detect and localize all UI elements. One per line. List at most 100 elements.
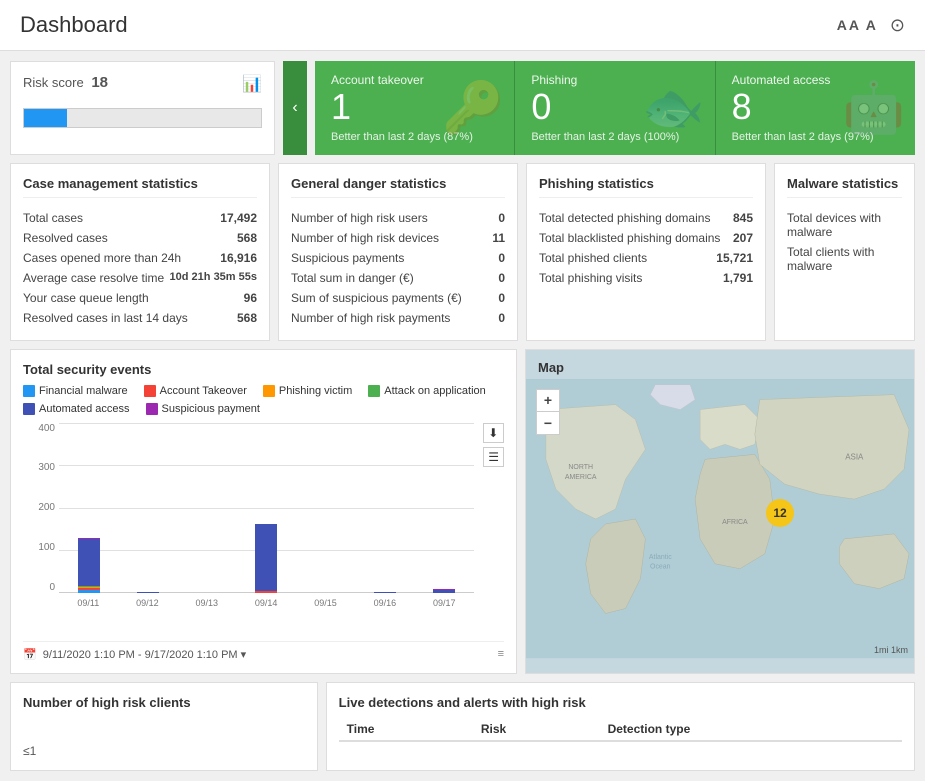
svg-text:ASIA: ASIA — [845, 452, 864, 461]
detections-table-header: Time Risk Detection type — [339, 718, 902, 741]
stat-row: Sum of suspicious payments (€)0 — [291, 288, 505, 308]
calendar-icon: 📅 — [23, 648, 37, 661]
stats-row: Case management statistics Total cases17… — [10, 163, 915, 341]
phishing-stats-rows: Total detected phishing domains845 Total… — [539, 208, 753, 288]
map-title: Map — [526, 350, 914, 379]
risk-score-card: Risk score 18 📊 — [10, 61, 275, 155]
chart-action-icons: ⬇ ☰ — [483, 423, 504, 467]
stat-row: Resolved cases in last 14 days568 — [23, 308, 257, 328]
chart-footer: 📅 9/11/2020 1:10 PM - 9/17/2020 1:10 PM … — [23, 641, 504, 661]
svg-text:NORTH: NORTH — [568, 464, 593, 471]
stat-row: Resolved cases568 — [23, 228, 257, 248]
bar-segment — [255, 524, 277, 591]
zoom-out-button[interactable]: − — [537, 412, 559, 434]
key-icon: 🔑 — [442, 78, 504, 137]
chart-title: Total security events — [23, 362, 504, 377]
fish-icon: 🐟 — [642, 78, 704, 137]
legend-financial: Financial malware — [23, 385, 128, 397]
live-detections-title: Live detections and alerts with high ris… — [339, 695, 902, 710]
bars-area — [59, 423, 474, 593]
x-axis-label: 09/14 — [255, 598, 278, 608]
legend-suspicious: Suspicious payment — [146, 403, 260, 415]
x-axis-label: 09/15 — [314, 598, 337, 608]
svg-text:AFRICA: AFRICA — [722, 519, 748, 526]
chart-date-range[interactable]: 📅 9/11/2020 1:10 PM - 9/17/2020 1:10 PM … — [23, 648, 246, 661]
case-management-card: Case management statistics Total cases17… — [10, 163, 270, 341]
bar-segment — [374, 592, 396, 593]
stat-row: Cases opened more than 24h16,916 — [23, 248, 257, 268]
x-axis-label: 09/13 — [196, 598, 219, 608]
bar-group — [255, 524, 277, 593]
bar-stack — [433, 589, 455, 593]
bar-segment — [78, 590, 100, 593]
stat-row: Total devices with malware — [787, 208, 902, 242]
legend-automated: Automated access — [23, 403, 130, 415]
bar-group — [78, 538, 100, 593]
high-risk-value: ≤1 — [23, 744, 36, 758]
high-risk-mini-chart: ≤1 — [23, 718, 305, 758]
stat-row: Total clients with malware — [787, 242, 902, 276]
table-view-icon[interactable]: ≡ — [498, 648, 504, 660]
list-icon[interactable]: ☰ — [483, 447, 504, 467]
theme-toggle[interactable]: ⊙ — [890, 15, 905, 36]
risk-score-label: Risk score 18 — [23, 74, 108, 91]
x-axis-label: 09/17 — [433, 598, 456, 608]
stat-row: Number of high risk payments0 — [291, 308, 505, 328]
legend-attack: Attack on application — [368, 385, 486, 397]
map-cluster-marker[interactable]: 12 — [766, 499, 794, 527]
account-takeover-color — [144, 385, 156, 397]
general-danger-title: General danger statistics — [291, 176, 505, 198]
stat-row: Total blacklisted phishing domains207 — [539, 228, 753, 248]
bar-segment — [78, 539, 100, 586]
case-mgmt-rows: Total cases17,492 Resolved cases568 Case… — [23, 208, 257, 328]
x-axis-label: 09/12 — [136, 598, 159, 608]
stat-row: Total phishing visits1,791 — [539, 268, 753, 288]
bar-group — [137, 592, 159, 593]
svg-text:AMERICA: AMERICA — [565, 474, 597, 481]
stat-row: Number of high risk devices11 — [291, 228, 505, 248]
chart-legend: Financial malware Account Takeover Phish… — [23, 385, 504, 415]
col-detection-type: Detection type — [600, 718, 902, 741]
risk-bar-container — [23, 108, 262, 128]
chart-area-wrapper: 400 300 200 100 0 — [23, 423, 504, 633]
main-content: Risk score 18 📊 ‹ Account takeover 1 Bet… — [0, 51, 925, 781]
svg-text:Atlantic: Atlantic — [649, 553, 672, 560]
font-size-control[interactable]: AA A — [837, 17, 878, 33]
bar-segment — [137, 592, 159, 593]
bar-group — [374, 592, 396, 593]
x-axis-label: 09/16 — [374, 598, 397, 608]
bar-stack — [78, 538, 100, 593]
bar-group — [433, 589, 455, 593]
suspicious-payment-color — [146, 403, 158, 415]
bar-stack — [137, 592, 159, 593]
prev-card-button[interactable]: ‹ — [283, 61, 307, 155]
header-controls: AA A ⊙ — [837, 15, 905, 36]
phishing-card: Phishing 0 Better than last 2 days (100%… — [515, 61, 715, 155]
zoom-in-button[interactable]: + — [537, 390, 559, 412]
financial-malware-color — [23, 385, 35, 397]
app-header: Dashboard AA A ⊙ — [0, 0, 925, 51]
map-canvas: NORTH AMERICA ASIA AFRICA Atlantic Ocean… — [526, 379, 914, 659]
download-icon[interactable]: ⬇ — [483, 423, 504, 443]
stat-row: Total sum in danger (€)0 — [291, 268, 505, 288]
bar-segment — [433, 590, 455, 593]
map-svg: NORTH AMERICA ASIA AFRICA Atlantic Ocean — [526, 379, 914, 659]
map-zoom-controls: + − — [536, 389, 560, 435]
bar-stack — [374, 592, 396, 593]
page-title: Dashboard — [20, 12, 128, 38]
case-mgmt-title: Case management statistics — [23, 176, 257, 198]
attack-app-color — [368, 385, 380, 397]
x-axis-label: 09/11 — [77, 598, 99, 608]
detections-table: Time Risk Detection type — [339, 718, 902, 742]
map-panel: Map — [525, 349, 915, 674]
phishing-stats-card: Phishing statistics Total detected phish… — [526, 163, 766, 341]
automated-access-card: Automated access 8 Better than last 2 da… — [716, 61, 915, 155]
col-risk: Risk — [473, 718, 600, 741]
account-takeover-card: Account takeover 1 Better than last 2 da… — [315, 61, 515, 155]
bottom-row: Number of high risk clients ≤1 Live dete… — [10, 682, 915, 771]
chart-icon: 📊 — [242, 74, 262, 94]
green-cards-container: Account takeover 1 Better than last 2 da… — [315, 61, 915, 155]
high-risk-clients-title: Number of high risk clients — [23, 695, 305, 710]
general-danger-rows: Number of high risk users0 Number of hig… — [291, 208, 505, 328]
svg-text:Ocean: Ocean — [650, 563, 671, 570]
